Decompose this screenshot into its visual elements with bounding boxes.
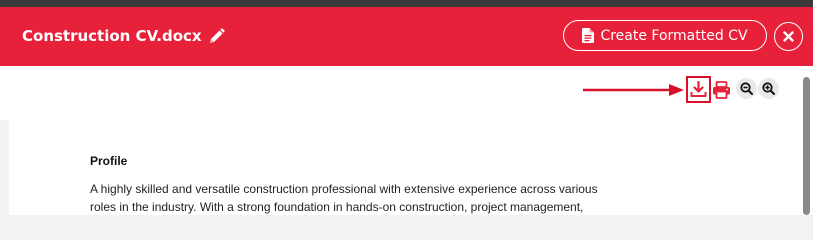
- print-button[interactable]: [711, 79, 732, 100]
- document-title: Construction CV.docx: [22, 26, 225, 46]
- window-top-strip: [0, 0, 813, 7]
- document-title-text: Construction CV.docx: [22, 27, 202, 45]
- create-formatted-cv-button[interactable]: Create Formatted CV: [563, 20, 767, 51]
- download-button[interactable]: [686, 76, 711, 103]
- zoom-out-icon: [740, 82, 753, 95]
- paragraph-line: A highly skilled and versatile construct…: [90, 182, 598, 196]
- zoom-out-button[interactable]: [736, 78, 757, 99]
- paragraph-line: roles in the industry. With a strong fou…: [90, 200, 584, 214]
- close-icon: [783, 31, 794, 42]
- annotation-arrow-icon: [583, 84, 684, 96]
- pencil-icon[interactable]: [208, 27, 225, 45]
- document-viewer: Profile A highly skilled and versatile c…: [0, 66, 813, 215]
- zoom-in-button[interactable]: [758, 78, 779, 99]
- download-icon: [690, 81, 707, 97]
- scrollbar-thumb[interactable]: [803, 77, 810, 215]
- profile-paragraph: A highly skilled and versatile construct…: [90, 180, 650, 215]
- close-button[interactable]: [774, 22, 803, 51]
- modal-header: Construction CV.docx Create Formatted CV: [0, 7, 813, 66]
- print-icon: [713, 80, 730, 99]
- document-icon: [582, 28, 595, 43]
- zoom-in-icon: [762, 82, 775, 95]
- document-preview-modal: Construction CV.docx Create Formatted CV: [0, 7, 813, 215]
- create-formatted-cv-label: Create Formatted CV: [600, 27, 748, 44]
- section-heading: Profile: [90, 154, 128, 168]
- viewer-left-gutter: [0, 120, 9, 215]
